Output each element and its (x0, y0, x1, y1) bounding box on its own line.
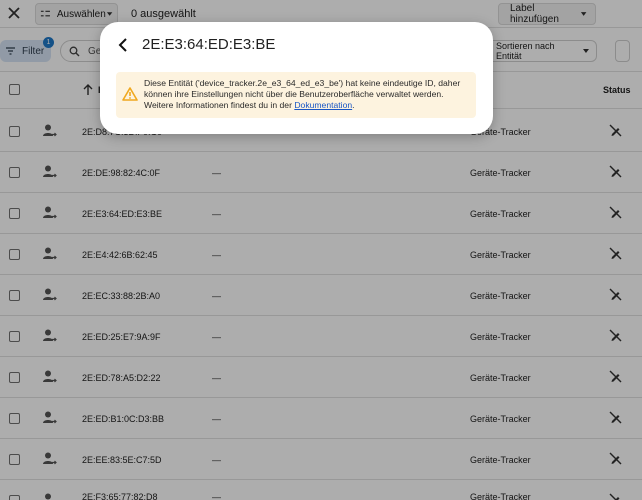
alert-triangle-icon (122, 87, 138, 101)
entity-settings-dialog: 2E:E3:64:ED:E3:BE Diese Entität ('device… (100, 22, 493, 134)
warning-end: . (352, 100, 355, 110)
chevron-left-icon (118, 38, 127, 52)
back-button[interactable] (114, 36, 132, 54)
warning-message: Diese Entität ('device_tracker.2e_e3_64_… (144, 78, 474, 111)
warning-alert: Diese Entität ('device_tracker.2e_e3_64_… (116, 72, 476, 118)
documentation-link[interactable]: Dokumentation (294, 100, 352, 110)
dialog-title: 2E:E3:64:ED:E3:BE (142, 36, 276, 53)
